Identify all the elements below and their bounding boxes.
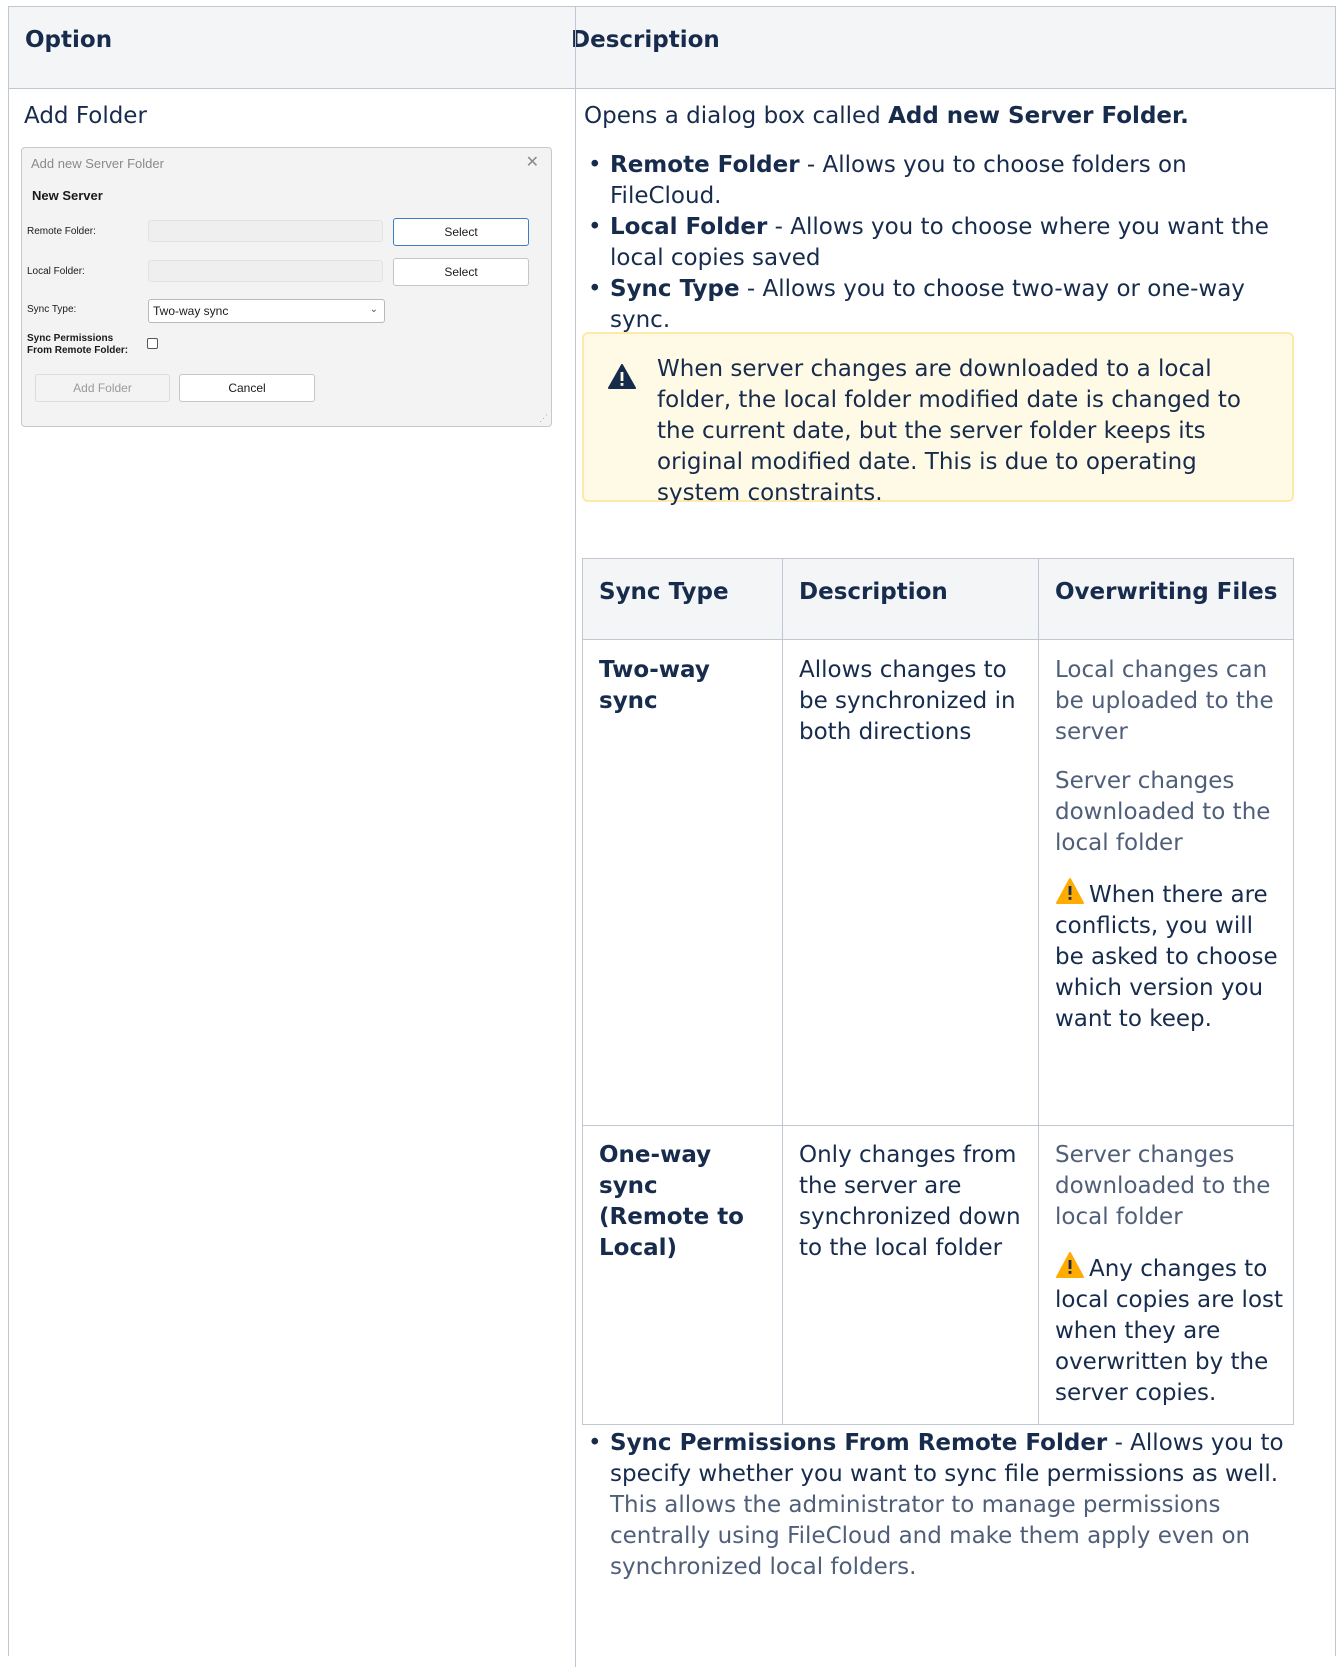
- remote-select-button[interactable]: Select: [393, 218, 529, 246]
- list-item: Local Folder - Allows you to choose wher…: [584, 212, 1284, 274]
- intro-text: Opens a dialog box called: [584, 103, 889, 129]
- sync-desc-two-way: Allows changes to be synchronized in bot…: [799, 657, 1016, 745]
- warning-text: When server changes are downloaded to a …: [657, 356, 1241, 506]
- warning-icon: [1056, 1252, 1084, 1278]
- add-folder-button[interactable]: Add Folder: [35, 374, 170, 402]
- sync-col-divider: [1038, 559, 1039, 1424]
- dialog-section-title: New Server: [32, 188, 103, 203]
- sync-header-type: Sync Type: [599, 579, 729, 605]
- option-name: Add Folder: [24, 103, 147, 129]
- cancel-button[interactable]: Cancel: [179, 374, 315, 402]
- local-folder-label: Local Folder:: [27, 266, 85, 277]
- sync-table-header-row: Sync Type Description Overwriting Files: [583, 559, 1293, 640]
- sync-type-select[interactable]: Two-way sync ⌄: [148, 299, 385, 323]
- sync-header-overwrite: Overwriting Files: [1055, 579, 1278, 605]
- list-item: Sync Permissions From Remote Folder - Al…: [584, 1428, 1284, 1583]
- sync-desc-one-way: Only changes from the server are synchro…: [799, 1142, 1021, 1261]
- sync-type-label: Sync Type:: [27, 304, 77, 315]
- description-intro: Opens a dialog box called Add new Server…: [584, 103, 1189, 129]
- sync-overwrite-two-way-2: Server changes downloaded to the local f…: [1055, 768, 1271, 856]
- sync-permissions-label-line1: Sync Permissions: [27, 333, 114, 344]
- sync-overwrite-two-way-1: Local changes can be uploaded to the ser…: [1055, 657, 1274, 745]
- add-server-folder-dialog: Add new Server Folder ✕ New Server Remot…: [21, 147, 552, 427]
- sync-permissions-list: Sync Permissions From Remote Folder - Al…: [584, 1428, 1284, 1583]
- chevron-down-icon: ⌄: [369, 304, 378, 315]
- option-bullet-list: Remote Folder - Allows you to choose fol…: [584, 150, 1284, 336]
- list-item: Sync Type - Allows you to choose two-way…: [584, 274, 1284, 336]
- sync-type-value: Two-way sync: [153, 304, 229, 318]
- bullet-term: Sync Type: [610, 276, 740, 302]
- header-option: Option: [25, 27, 113, 53]
- bullet-term: Sync Permissions From Remote Folder: [610, 1430, 1108, 1456]
- bullet-term: Remote Folder: [610, 152, 800, 178]
- sync-overwrite-one-way-1: Server changes downloaded to the local f…: [1055, 1142, 1271, 1230]
- warning-icon: [608, 364, 636, 389]
- sync-row-divider: [583, 1125, 1293, 1126]
- remote-folder-label: Remote Folder:: [27, 226, 96, 237]
- bullet-note: This allows the administrator to manage …: [610, 1492, 1251, 1580]
- sync-type-two-way: Two-way sync: [599, 657, 710, 714]
- local-folder-field[interactable]: [148, 260, 383, 282]
- column-divider: [575, 7, 576, 1667]
- dialog-title: Add new Server Folder: [31, 156, 164, 171]
- close-icon[interactable]: ✕: [526, 152, 539, 172]
- sync-overwrite-two-way-warning: When there are conflicts, you will be as…: [1055, 877, 1285, 1035]
- intro-dialog-name: Add new Server Folder.: [888, 103, 1189, 129]
- warning-text: Any changes to local copies are lost whe…: [1055, 1256, 1284, 1406]
- sync-type-table: Sync Type Description Overwriting Files …: [582, 558, 1294, 1425]
- list-item: Remote Folder - Allows you to choose fol…: [584, 150, 1284, 212]
- remote-folder-field[interactable]: [148, 220, 383, 242]
- warning-text: When there are conflicts, you will be as…: [1055, 882, 1278, 1032]
- sync-type-one-way: One-way sync (Remote to Local): [599, 1142, 744, 1261]
- resize-grip-icon[interactable]: ⋰: [539, 413, 548, 424]
- bullet-term: Local Folder: [610, 214, 768, 240]
- warning-panel: When server changes are downloaded to a …: [582, 332, 1294, 506]
- warning-icon: [1056, 878, 1084, 904]
- sync-header-description: Description: [799, 579, 948, 605]
- sync-overwrite-one-way-warning: Any changes to local copies are lost whe…: [1055, 1251, 1285, 1409]
- header-description: Description: [571, 27, 720, 53]
- sync-permissions-checkbox[interactable]: [147, 338, 158, 349]
- sync-col-divider: [782, 559, 783, 1424]
- local-select-button[interactable]: Select: [393, 258, 529, 286]
- table-header-row: Option Description: [9, 7, 1335, 89]
- sync-permissions-label-line2: From Remote Folder:: [27, 345, 129, 356]
